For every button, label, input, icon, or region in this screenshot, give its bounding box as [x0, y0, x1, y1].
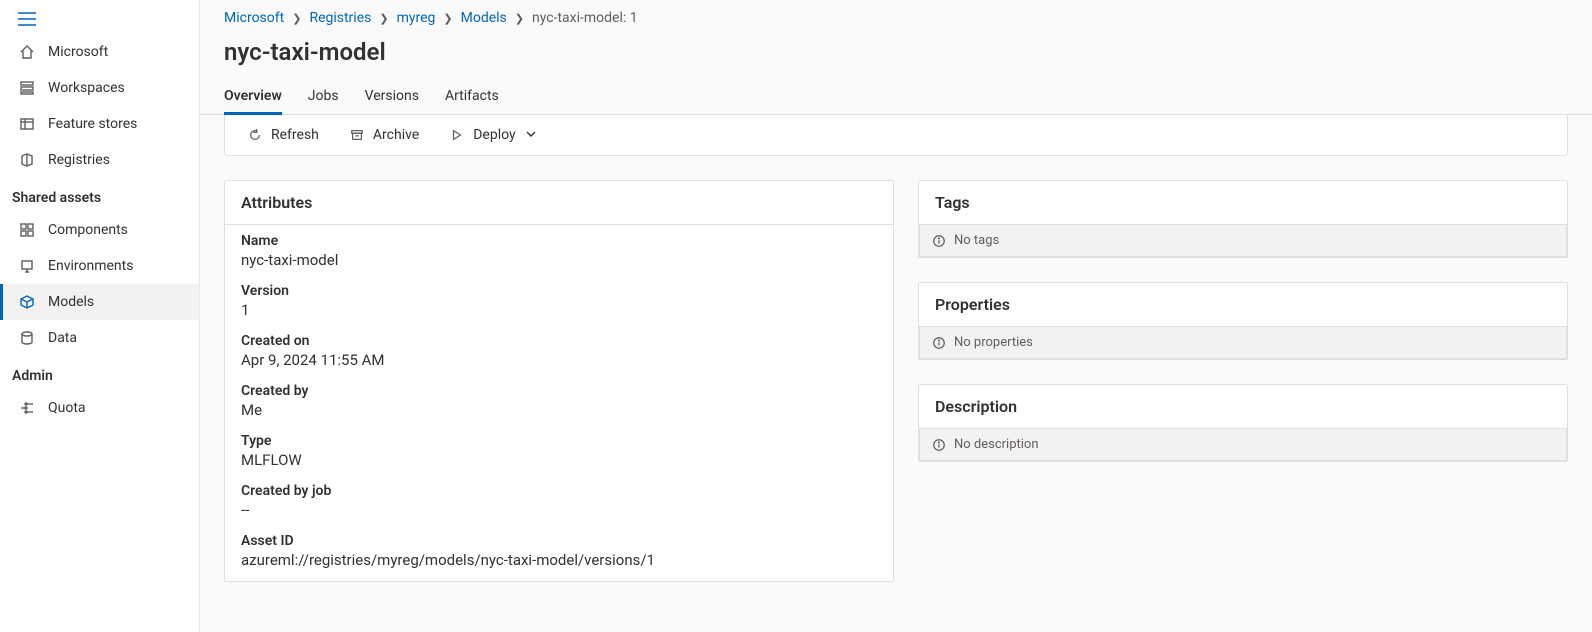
info-icon	[932, 438, 946, 452]
attribute-value: Me	[241, 401, 877, 419]
sidebar-item-feature-stores[interactable]: Feature stores	[0, 106, 199, 142]
quota-icon	[18, 399, 36, 417]
attribute-row: Created by Me	[225, 375, 893, 425]
breadcrumb-link[interactable]: Registries	[309, 10, 371, 26]
attribute-row: Name nyc-taxi-model	[225, 225, 893, 275]
info-icon	[932, 336, 946, 350]
info-icon	[932, 234, 946, 248]
sidebar-section-admin: Admin	[0, 356, 199, 390]
home-icon	[18, 43, 36, 61]
sidebar-item-label: Data	[48, 330, 77, 346]
empty-state: No tags	[919, 224, 1567, 257]
attribute-label: Name	[241, 233, 877, 249]
deploy-button[interactable]: Deploy	[443, 123, 541, 147]
action-label: Archive	[373, 127, 419, 143]
action-bar: Refresh Archive Deploy	[224, 115, 1568, 156]
attribute-label: Type	[241, 433, 877, 449]
sidebar-section-shared: Shared assets	[0, 178, 199, 212]
sidebar-item-workspaces[interactable]: Workspaces	[0, 70, 199, 106]
refresh-button[interactable]: Refresh	[241, 123, 325, 147]
attribute-row: Created by job --	[225, 475, 893, 525]
archive-button[interactable]: Archive	[343, 123, 425, 147]
empty-state: No description	[919, 428, 1567, 461]
attribute-row: Type MLFLOW	[225, 425, 893, 475]
empty-text: No properties	[954, 335, 1033, 350]
attribute-label: Created on	[241, 333, 877, 349]
empty-text: No tags	[954, 233, 999, 248]
breadcrumb-link[interactable]: myreg	[397, 10, 436, 26]
refresh-icon	[247, 127, 263, 143]
chevron-right-icon: ❯	[292, 12, 301, 25]
tags-card: Tags No tags	[918, 180, 1568, 258]
attribute-value: nyc-taxi-model	[241, 251, 877, 269]
sidebar-item-label: Components	[48, 222, 128, 238]
registry-icon	[18, 151, 36, 169]
main-content: Microsoft ❯ Registries ❯ myreg ❯ Models …	[200, 0, 1592, 632]
sidebar-item-label: Feature stores	[48, 116, 137, 132]
hamburger-icon[interactable]	[0, 4, 199, 34]
sidebar-item-label: Models	[48, 294, 94, 310]
chevron-down-icon	[526, 127, 536, 143]
tab-overview[interactable]: Overview	[224, 78, 282, 114]
tab-versions[interactable]: Versions	[365, 78, 419, 114]
attribute-value: 1	[241, 301, 877, 319]
sidebar-item-label: Quota	[48, 400, 86, 416]
stack-icon	[18, 79, 36, 97]
card-header: Attributes	[225, 181, 893, 225]
sidebar-item-environments[interactable]: Environments	[0, 248, 199, 284]
empty-text: No description	[954, 437, 1039, 452]
tab-jobs[interactable]: Jobs	[308, 78, 339, 114]
chevron-right-icon: ❯	[515, 12, 524, 25]
chevron-right-icon: ❯	[443, 12, 452, 25]
breadcrumb-link[interactable]: Microsoft	[224, 10, 284, 26]
sidebar-item-label: Microsoft	[48, 44, 108, 60]
attribute-value: MLFLOW	[241, 451, 877, 469]
play-icon	[449, 127, 465, 143]
sidebar-item-label: Workspaces	[48, 80, 125, 96]
environment-icon	[18, 257, 36, 275]
attributes-card: Attributes Name nyc-taxi-model Version 1…	[224, 180, 894, 582]
attribute-label: Version	[241, 283, 877, 299]
properties-card: Properties No properties	[918, 282, 1568, 360]
attribute-value: azureml://registries/myreg/models/nyc-ta…	[241, 551, 877, 569]
empty-state: No properties	[919, 326, 1567, 359]
feature-icon	[18, 115, 36, 133]
card-header: Tags	[919, 181, 1567, 224]
tab-artifacts[interactable]: Artifacts	[445, 78, 499, 114]
sidebar-item-models[interactable]: Models	[0, 284, 199, 320]
page-title: nyc-taxi-model	[200, 30, 1592, 78]
sidebar-item-registries[interactable]: Registries	[0, 142, 199, 178]
model-icon	[18, 293, 36, 311]
attribute-label: Created by job	[241, 483, 877, 499]
action-label: Refresh	[271, 127, 319, 143]
sidebar-item-label: Environments	[48, 258, 133, 274]
sidebar-item-quota[interactable]: Quota	[0, 390, 199, 426]
breadcrumb-link[interactable]: Models	[461, 10, 507, 26]
sidebar-item-data[interactable]: Data	[0, 320, 199, 356]
attribute-row: Version 1	[225, 275, 893, 325]
attribute-row: Asset ID azureml://registries/myreg/mode…	[225, 525, 893, 581]
tabs: Overview Jobs Versions Artifacts	[200, 78, 1592, 115]
action-label: Deploy	[473, 127, 515, 143]
breadcrumb-current: nyc-taxi-model: 1	[532, 10, 638, 26]
attribute-value: Apr 9, 2024 11:55 AM	[241, 351, 877, 369]
component-icon	[18, 221, 36, 239]
chevron-right-icon: ❯	[379, 12, 388, 25]
sidebar-item-microsoft[interactable]: Microsoft	[0, 34, 199, 70]
attribute-label: Created by	[241, 383, 877, 399]
data-icon	[18, 329, 36, 347]
breadcrumb: Microsoft ❯ Registries ❯ myreg ❯ Models …	[200, 0, 1592, 30]
card-header: Properties	[919, 283, 1567, 326]
archive-icon	[349, 127, 365, 143]
attribute-label: Asset ID	[241, 533, 877, 549]
card-header: Description	[919, 385, 1567, 428]
sidebar-item-label: Registries	[48, 152, 110, 168]
attribute-value: --	[241, 501, 877, 519]
description-card: Description No description	[918, 384, 1568, 462]
sidebar: Microsoft Workspaces Feature stores Regi…	[0, 0, 200, 632]
sidebar-item-components[interactable]: Components	[0, 212, 199, 248]
attribute-row: Created on Apr 9, 2024 11:55 AM	[225, 325, 893, 375]
